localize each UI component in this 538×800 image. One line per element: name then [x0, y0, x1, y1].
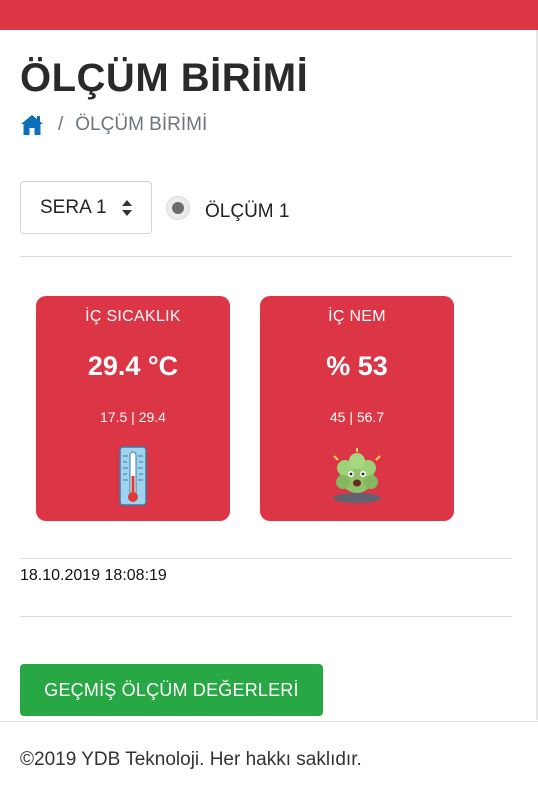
humidity-range: 45 | 56.7 [329, 409, 385, 425]
page-title: ÖLÇÜM BİRİMİ [20, 56, 309, 100]
measurement-timestamp: 18.10.2019 18:08:19 [20, 567, 167, 584]
history-button[interactable]: GEÇMİŞ ÖLÇÜM DEĞERLERİ [20, 664, 323, 716]
breadcrumb: / ÖLÇÜM BİRİMİ [20, 112, 207, 138]
humidity-mascot-icon [333, 448, 381, 503]
temperature-title: İÇ SICAKLIK [85, 308, 181, 325]
footer-copyright: ©2019 YDB Teknoloji. Her hakkı saklıdır. [20, 749, 362, 770]
greenhouse-select[interactable]: SERA 1 [20, 181, 152, 234]
thermometer-icon [119, 446, 147, 506]
breadcrumb-separator: / [58, 114, 64, 135]
sort-caret-icon [122, 200, 132, 216]
humidity-value: % 53 [326, 351, 388, 381]
greenhouse-select-value: SERA 1 [40, 196, 107, 218]
divider [20, 256, 512, 257]
home-icon[interactable] [20, 114, 44, 136]
measurement-radio-label[interactable]: ÖLÇÜM 1 [205, 201, 289, 223]
divider [20, 616, 512, 617]
temperature-range: 17.5 | 29.4 [100, 409, 166, 425]
measurement-radio[interactable] [166, 196, 190, 220]
top-accent-bar [0, 0, 538, 30]
humidity-title: İÇ NEM [328, 308, 386, 325]
temperature-card: İÇ SICAKLIK 29.4 °C 17.5 | 29.4 [36, 296, 230, 521]
humidity-card: İÇ NEM % 53 45 | 56.7 [260, 296, 454, 521]
breadcrumb-current: ÖLÇÜM BİRİMİ [75, 114, 208, 135]
footer-divider [0, 721, 538, 722]
temperature-value: 29.4 °C [87, 351, 179, 381]
divider [20, 558, 512, 559]
radio-dot [172, 202, 184, 214]
